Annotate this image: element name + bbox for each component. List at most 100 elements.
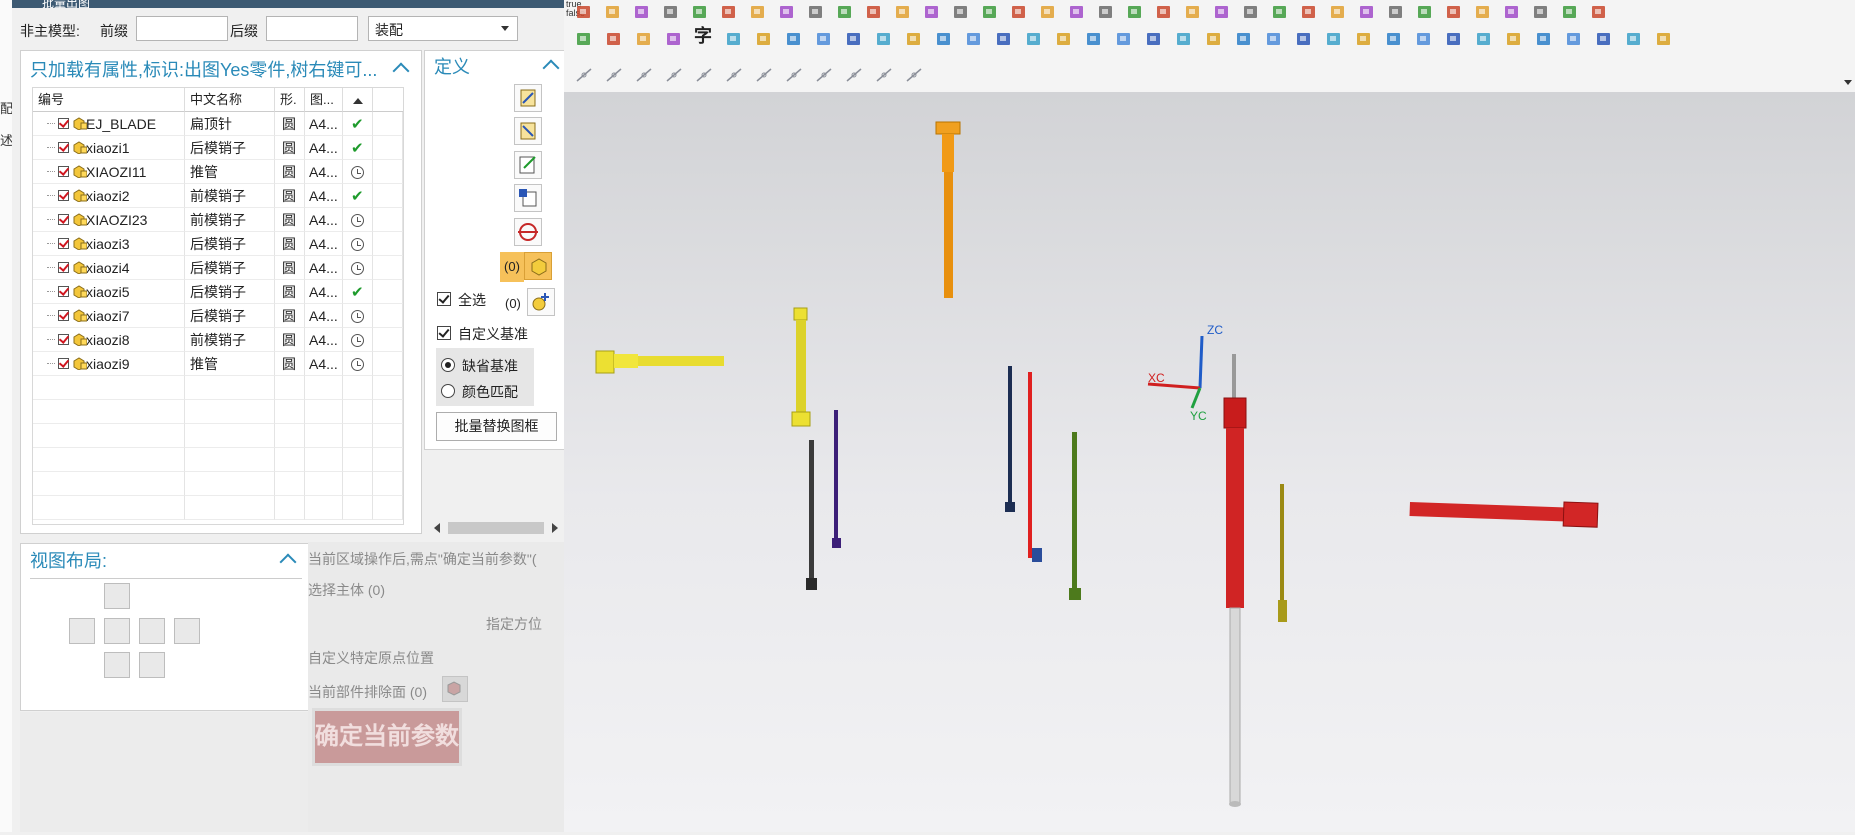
custom-datum-checkbox[interactable] [437, 326, 451, 340]
table-row[interactable]: EJ_BLADE 扁顶针圆 A4... ✔ [33, 112, 403, 136]
wire-icon[interactable] [814, 30, 834, 48]
text-tool-button[interactable]: 字 [694, 22, 712, 48]
fit-icon[interactable] [574, 66, 594, 84]
measure-icon[interactable] [1414, 30, 1434, 48]
col-header-status[interactable] [343, 88, 373, 112]
shape-icon[interactable] [1264, 30, 1284, 48]
measure-icon[interactable] [1589, 3, 1609, 21]
suffix-input[interactable] [266, 16, 358, 41]
drawing-icon[interactable] [574, 30, 594, 48]
scroll-thumb[interactable] [448, 522, 544, 534]
zoom-icon[interactable] [748, 3, 768, 21]
table-row[interactable]: xiaozi1 后模销子圆 A4... ✔ [33, 136, 403, 160]
row-checkbox[interactable] [58, 286, 69, 297]
export-icon[interactable] [1174, 30, 1194, 48]
attribute-list-icon[interactable] [514, 184, 542, 212]
undo-icon[interactable] [1204, 30, 1224, 48]
table-row[interactable]: xiaozi7 后模销子圆 A4... [33, 304, 403, 328]
export-icon[interactable] [904, 66, 924, 84]
radio-default-datum[interactable] [441, 358, 455, 372]
color-icon[interactable] [1531, 3, 1551, 21]
fit-icon[interactable] [1038, 3, 1058, 21]
table-row[interactable]: xiaozi2 前模销子圆 A4... ✔ [33, 184, 403, 208]
row-checkbox[interactable] [58, 142, 69, 153]
assembly-icon[interactable] [1183, 3, 1203, 21]
save-icon[interactable] [1328, 3, 1348, 21]
face-cube-icon[interactable] [442, 676, 468, 702]
view-icon[interactable] [922, 3, 942, 21]
layer-icon[interactable] [604, 30, 624, 48]
grid-icon[interactable] [1212, 3, 1232, 21]
snap-icon[interactable] [664, 66, 684, 84]
table-row[interactable]: XIAOZI11 推管圆 A4... [33, 160, 403, 184]
folder-icon[interactable] [1270, 3, 1290, 21]
material-icon[interactable] [784, 30, 804, 48]
col-header-sheet[interactable]: 图... [305, 88, 343, 112]
save-icon[interactable] [1144, 30, 1164, 48]
display-icon[interactable] [1324, 30, 1344, 48]
file-icon[interactable] [1473, 3, 1493, 21]
select-all-checkbox[interactable] [437, 292, 451, 306]
open-icon[interactable] [1114, 30, 1134, 48]
undo-icon[interactable] [574, 3, 594, 21]
print-icon[interactable] [784, 66, 804, 84]
row-checkbox[interactable] [58, 214, 69, 225]
light-icon[interactable] [1096, 3, 1116, 21]
snap-icon[interactable] [1125, 3, 1145, 21]
sketch-grid-icon[interactable] [514, 84, 542, 112]
open-icon[interactable] [1299, 3, 1319, 21]
file-icon[interactable] [661, 3, 681, 21]
color-icon[interactable] [719, 3, 739, 21]
layer-icon[interactable] [835, 3, 855, 21]
drawing-icon[interactable] [806, 3, 826, 21]
table-row[interactable]: xiaozi5 后模销子圆 A4... ✔ [33, 280, 403, 304]
render-icon[interactable] [864, 3, 884, 21]
view-front-option[interactable] [104, 618, 130, 644]
grid-icon[interactable] [754, 66, 774, 84]
print-icon[interactable] [1241, 3, 1261, 21]
print-icon[interactable] [1054, 30, 1074, 48]
camera-icon[interactable] [1067, 3, 1087, 21]
render-icon[interactable] [1504, 30, 1524, 48]
table-row[interactable]: xiaozi9 推管圆 A4... [33, 352, 403, 376]
cube-icon[interactable] [754, 30, 774, 48]
check-icon[interactable] [603, 3, 623, 21]
radio-color-match[interactable] [441, 384, 455, 398]
edit-sheet-icon[interactable] [514, 151, 542, 179]
camera-icon[interactable] [604, 66, 624, 84]
row-checkbox[interactable] [58, 166, 69, 177]
col-header-name[interactable]: 中文名称 [185, 88, 275, 112]
row-checkbox[interactable] [58, 334, 69, 345]
measure-icon[interactable] [777, 3, 797, 21]
color-icon[interactable] [1354, 30, 1374, 48]
view-left-option[interactable] [69, 618, 95, 644]
cube-icon[interactable] [951, 3, 971, 21]
view-top-option[interactable] [104, 583, 130, 609]
camera-icon[interactable] [874, 30, 894, 48]
row-checkbox[interactable] [58, 262, 69, 273]
table-row[interactable]: XIAOZI23 前模销子圆 A4... [33, 208, 403, 232]
open-icon[interactable] [844, 66, 864, 84]
save-icon[interactable] [874, 66, 894, 84]
col-header-shape[interactable]: 形. [275, 88, 305, 112]
row-checkbox[interactable] [58, 358, 69, 369]
horizontal-scrollbar[interactable] [430, 519, 562, 537]
table-row[interactable]: xiaozi3 后模销子圆 A4... [33, 232, 403, 256]
view-iso-option[interactable] [139, 618, 165, 644]
assembly-icon[interactable] [994, 30, 1014, 48]
snap-icon[interactable] [934, 30, 954, 48]
overflow-chevron-icon[interactable] [1844, 80, 1852, 85]
check-icon[interactable] [1234, 30, 1254, 48]
scroll-right-icon[interactable] [552, 523, 558, 533]
mode-select[interactable]: 装配 [368, 16, 518, 41]
scroll-left-icon[interactable] [434, 523, 440, 533]
shape-icon[interactable] [1444, 3, 1464, 21]
view-icon[interactable] [724, 30, 744, 48]
confirm-params-button[interactable]: 确定当前参数 [312, 708, 462, 766]
display-icon[interactable] [690, 3, 710, 21]
view-back-option[interactable] [139, 652, 165, 678]
section-icon[interactable] [893, 3, 913, 21]
part-icon[interactable] [1154, 3, 1174, 21]
dialog-title-bar[interactable]: 批量出图 [12, 0, 564, 8]
material-icon[interactable] [1624, 30, 1644, 48]
